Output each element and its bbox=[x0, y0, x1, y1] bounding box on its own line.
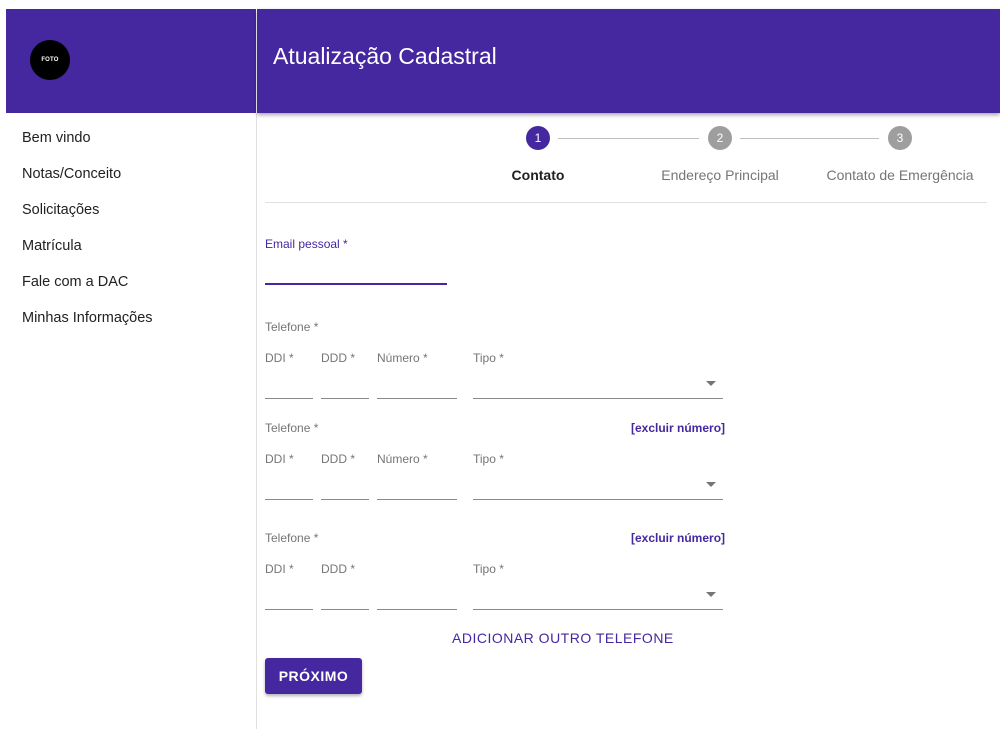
chevron-down-icon[interactable] bbox=[706, 592, 716, 597]
email-underline bbox=[265, 283, 447, 285]
phone-1-tipo-label: Tipo * bbox=[473, 351, 504, 365]
phone-3-label: Telefone * bbox=[265, 531, 319, 545]
sidebar-item-notas-conceito[interactable]: Notas/Conceito bbox=[22, 156, 153, 192]
step-2-indicator[interactable]: 2 bbox=[708, 126, 732, 150]
phone-3-tipo-select[interactable] bbox=[473, 609, 723, 610]
chevron-down-icon[interactable] bbox=[706, 381, 716, 386]
stepper-divider bbox=[265, 202, 987, 203]
phone-2-delete-link[interactable]: [excluir número] bbox=[631, 421, 725, 435]
phone-2-ddi-label: DDI * bbox=[265, 452, 294, 466]
phone-2-tipo-label: Tipo * bbox=[473, 452, 504, 466]
phone-3-ddd-field[interactable] bbox=[321, 609, 369, 610]
step-1-indicator[interactable]: 1 bbox=[526, 126, 550, 150]
sidebar-item-solicitacoes[interactable]: Solicitações bbox=[22, 192, 153, 228]
phone-1-ddi-label: DDI * bbox=[265, 351, 294, 365]
phone-3-ddi-label: DDI * bbox=[265, 562, 294, 576]
sidebar-item-minhas-informacoes[interactable]: Minhas Informações bbox=[22, 300, 153, 336]
add-phone-button[interactable]: ADICIONAR OUTRO TELEFONE bbox=[452, 630, 674, 646]
phone-2-ddd-field[interactable] bbox=[321, 499, 369, 500]
step-2-label[interactable]: Endereço Principal bbox=[661, 167, 779, 183]
phone-2-tipo-select[interactable] bbox=[473, 499, 723, 500]
phone-2-numero-label: Número * bbox=[377, 452, 428, 466]
sidebar-item-matricula[interactable]: Matrícula bbox=[22, 228, 153, 264]
phone-1-ddd-field[interactable] bbox=[321, 398, 369, 399]
sidebar-nav: Bem vindo Notas/Conceito Solicitações Ma… bbox=[22, 120, 153, 336]
phone-2-ddd-label: DDD * bbox=[321, 452, 356, 466]
sidebar-item-fale-com-dac[interactable]: Fale com a DAC bbox=[22, 264, 153, 300]
next-button[interactable]: PRÓXIMO bbox=[265, 658, 362, 694]
phone-1-ddd-label: DDD * bbox=[321, 351, 356, 365]
step-3-indicator[interactable]: 3 bbox=[888, 126, 912, 150]
phone-2-numero-field[interactable] bbox=[377, 499, 457, 500]
phone-2-label: Telefone * bbox=[265, 421, 319, 435]
chevron-down-icon[interactable] bbox=[706, 482, 716, 487]
sidebar-item-bem-vindo[interactable]: Bem vindo bbox=[22, 120, 153, 156]
phone-3-ddi-field[interactable] bbox=[265, 609, 313, 610]
page-title: Atualização Cadastral bbox=[273, 43, 497, 69]
phone-3-ddd-label: DDD * bbox=[321, 562, 356, 576]
phone-1-numero-label: Número * bbox=[377, 351, 428, 365]
phone-1-tipo-select[interactable] bbox=[473, 398, 723, 399]
phone-3-delete-link[interactable]: [excluir número] bbox=[631, 531, 725, 545]
header-bar: Atualização Cadastral bbox=[257, 9, 1000, 113]
phone-2-ddi-field[interactable] bbox=[265, 499, 313, 500]
avatar: FOTO bbox=[30, 40, 70, 80]
phone-3-tipo-label: Tipo * bbox=[473, 562, 504, 576]
step-3-label[interactable]: Contato de Emergência bbox=[826, 167, 973, 183]
step-1-label[interactable]: Contato bbox=[512, 167, 565, 183]
stepper-connector bbox=[558, 138, 699, 139]
phone-1-label: Telefone * bbox=[265, 320, 319, 334]
phone-1-numero-field[interactable] bbox=[377, 398, 457, 399]
stepper-connector bbox=[740, 138, 879, 139]
email-field[interactable] bbox=[265, 255, 447, 281]
sidebar-header: FOTO bbox=[6, 9, 256, 113]
sidebar-divider bbox=[256, 113, 257, 729]
email-label: Email pessoal * bbox=[265, 237, 348, 251]
phone-3-numero-field[interactable] bbox=[377, 609, 457, 610]
phone-1-ddi-field[interactable] bbox=[265, 398, 313, 399]
